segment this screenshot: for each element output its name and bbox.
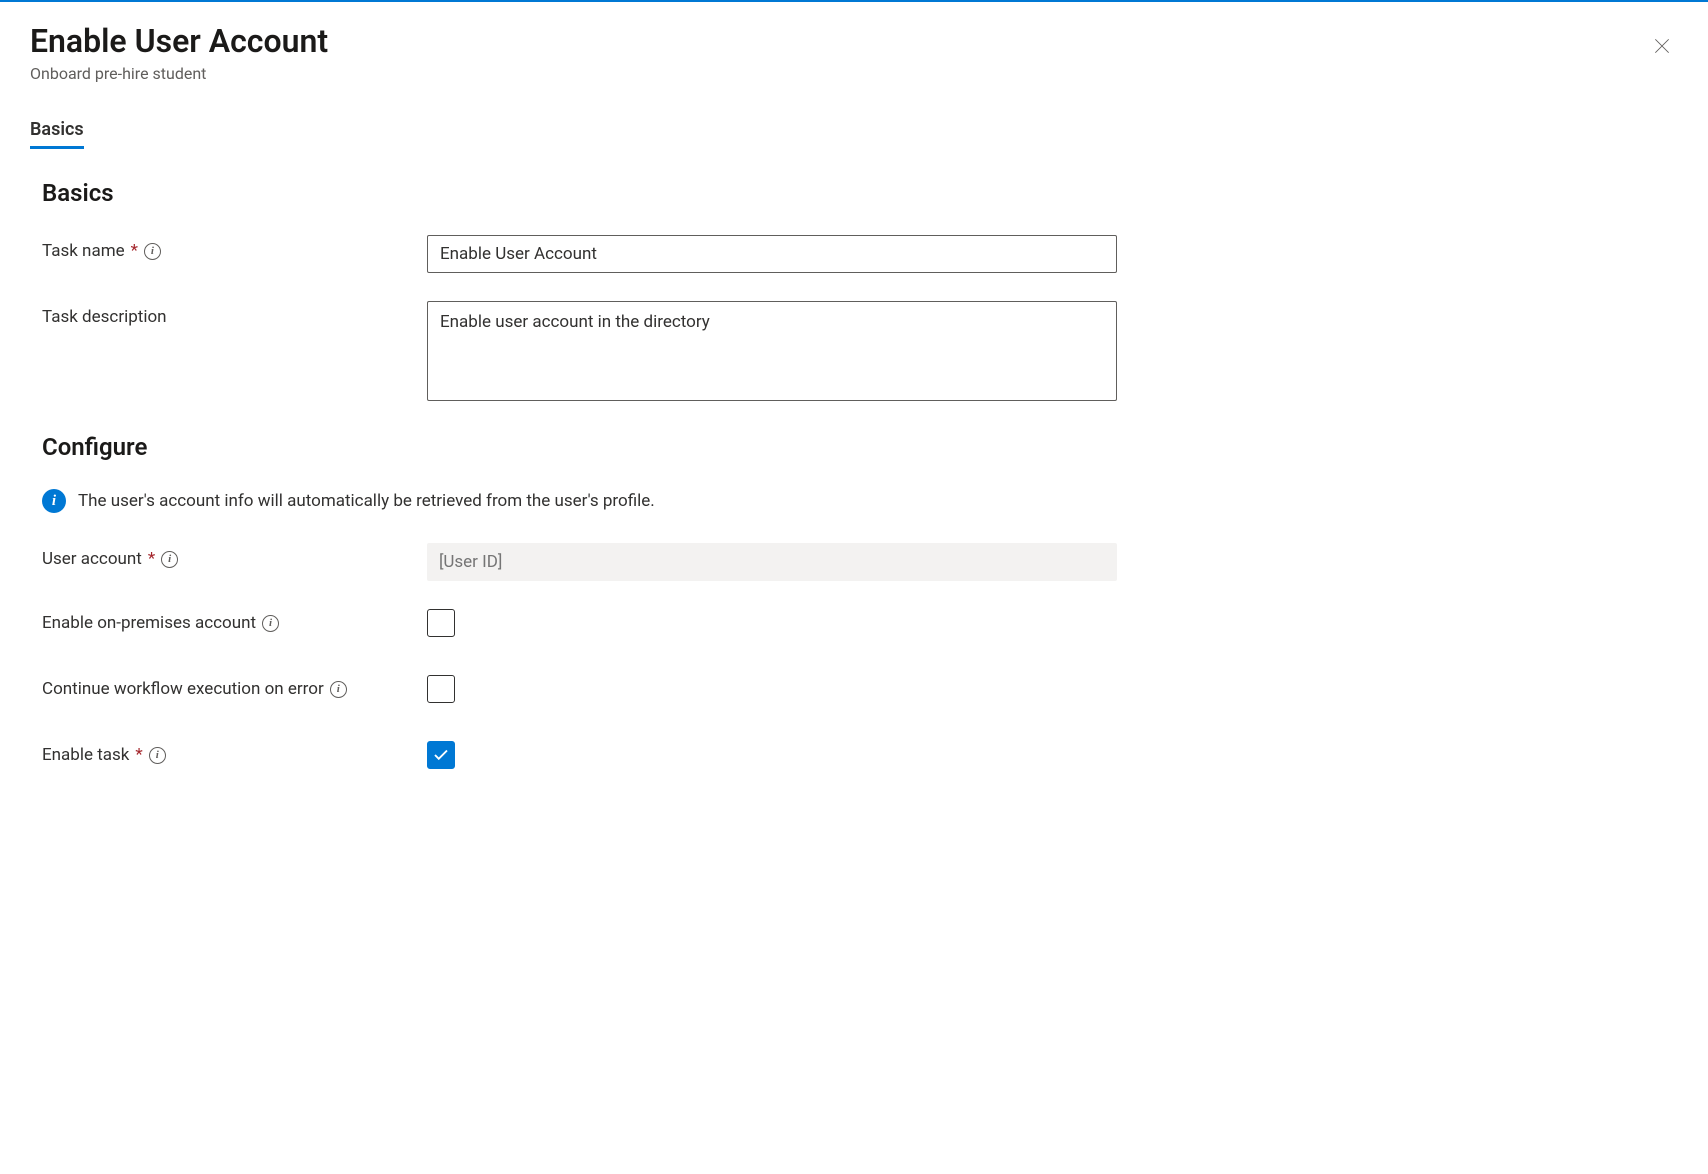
form-row-enable-on-premises: Enable on-premises account i <box>42 609 1678 637</box>
info-icon: i <box>330 681 347 698</box>
continue-on-error-label: Continue workflow execution on error <box>42 679 324 699</box>
user-account-input <box>427 543 1117 581</box>
info-icon: i <box>144 243 161 260</box>
task-description-label: Task description <box>42 307 167 327</box>
panel-subtitle: Onboard pre-hire student <box>30 64 1678 83</box>
info-message: The user's account info will automatical… <box>42 489 1678 513</box>
close-button[interactable] <box>1646 30 1678 62</box>
section-heading-configure: Configure <box>42 433 1678 461</box>
required-indicator: * <box>131 241 138 261</box>
close-icon <box>1652 36 1672 56</box>
enable-on-premises-checkbox[interactable] <box>427 609 455 637</box>
tab-basics[interactable]: Basics <box>30 113 84 149</box>
task-name-info-button[interactable]: i <box>144 243 161 260</box>
required-indicator: * <box>135 745 142 765</box>
required-indicator: * <box>148 549 155 569</box>
form-row-enable-task: Enable task * i <box>42 741 1678 769</box>
task-name-label: Task name <box>42 241 125 261</box>
info-icon: i <box>262 615 279 632</box>
checkmark-icon <box>432 746 450 764</box>
user-account-label: User account <box>42 549 142 569</box>
panel-title: Enable User Account <box>30 22 1678 60</box>
continue-on-error-checkbox[interactable] <box>427 675 455 703</box>
info-icon: i <box>149 747 166 764</box>
info-message-text: The user's account info will automatical… <box>78 491 655 511</box>
enable-task-info-button[interactable]: i <box>149 747 166 764</box>
tabs-container: Basics <box>30 113 1678 149</box>
info-badge-icon <box>42 489 66 513</box>
section-heading-basics: Basics <box>42 179 1678 207</box>
enable-on-premises-label: Enable on-premises account <box>42 613 256 633</box>
task-description-input[interactable] <box>427 301 1117 401</box>
form-row-user-account: User account * i <box>42 543 1678 581</box>
continue-on-error-info-button[interactable]: i <box>330 681 347 698</box>
form-row-task-description: Task description <box>42 301 1678 405</box>
form-row-task-name: Task name * i <box>42 235 1678 273</box>
user-account-info-button[interactable]: i <box>161 551 178 568</box>
enable-task-checkbox[interactable] <box>427 741 455 769</box>
enable-task-label: Enable task <box>42 745 129 765</box>
form-row-continue-on-error: Continue workflow execution on error i <box>42 675 1678 703</box>
enable-on-premises-info-button[interactable]: i <box>262 615 279 632</box>
info-icon: i <box>161 551 178 568</box>
task-name-input[interactable] <box>427 235 1117 273</box>
